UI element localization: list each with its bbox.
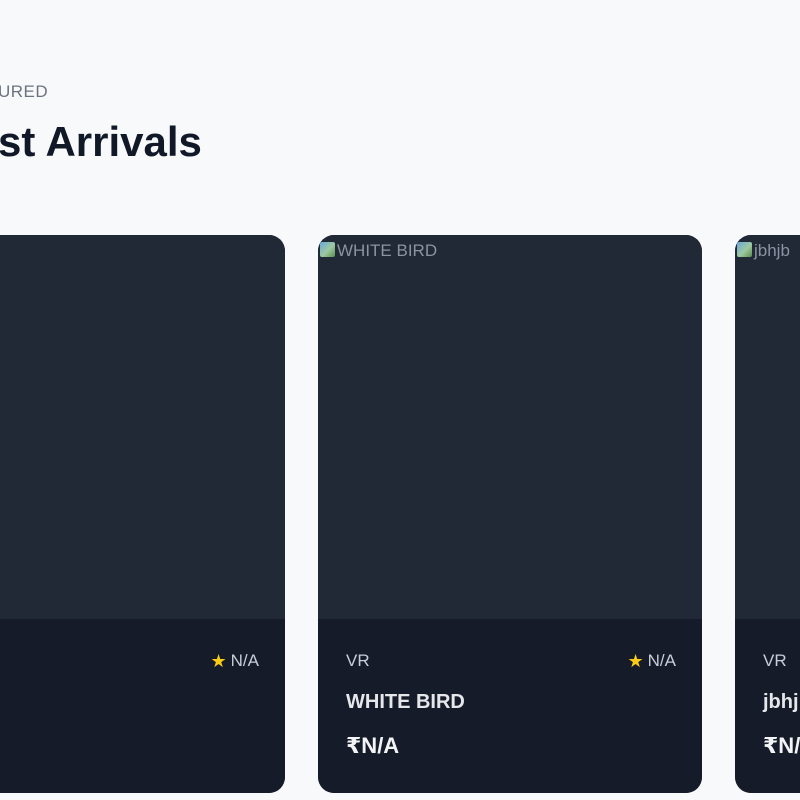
product-price: ₹N/A xyxy=(346,733,400,758)
product-rating: ★ N/A xyxy=(628,651,676,671)
product-card[interactable]: jbhjb VR jbhj ₹N/ xyxy=(735,235,800,793)
product-image: WHITE BIRD xyxy=(318,235,702,619)
rating-value: N/A xyxy=(230,651,259,670)
image-alt-text: jbhjb xyxy=(754,241,790,260)
broken-image-placeholder: WHITE BIRD xyxy=(320,241,437,261)
product-image xyxy=(0,235,285,619)
product-price: ₹N/ xyxy=(763,733,800,758)
star-icon: ★ xyxy=(627,651,644,671)
product-card[interactable]: ★ N/A xyxy=(0,235,285,793)
product-image: jbhjb xyxy=(735,235,800,619)
section-eyebrow: URED xyxy=(0,82,49,101)
star-icon: ★ xyxy=(210,651,227,671)
product-info: ★ N/A xyxy=(0,619,285,793)
product-name: jbhj xyxy=(763,691,799,713)
product-rating: ★ N/A xyxy=(211,651,259,671)
section-title: st Arrivals xyxy=(0,118,202,165)
broken-image-icon xyxy=(320,242,335,257)
image-alt-text: WHITE BIRD xyxy=(337,241,438,260)
product-category: VR xyxy=(763,651,787,670)
product-info: VR jbhj ₹N/ xyxy=(735,619,800,793)
broken-image-placeholder: jbhjb xyxy=(737,241,790,261)
product-name: WHITE BIRD xyxy=(346,691,465,713)
broken-image-icon xyxy=(737,242,752,257)
product-card[interactable]: WHITE BIRD VR ★ N/A WHITE BIRD ₹N/A xyxy=(318,235,702,793)
rating-value: N/A xyxy=(647,651,676,670)
product-category: VR xyxy=(346,651,370,670)
page: URED st Arrivals ★ N/A WHITE BIRD VR ★ N xyxy=(0,0,800,800)
product-info: VR ★ N/A WHITE BIRD ₹N/A xyxy=(318,619,702,793)
